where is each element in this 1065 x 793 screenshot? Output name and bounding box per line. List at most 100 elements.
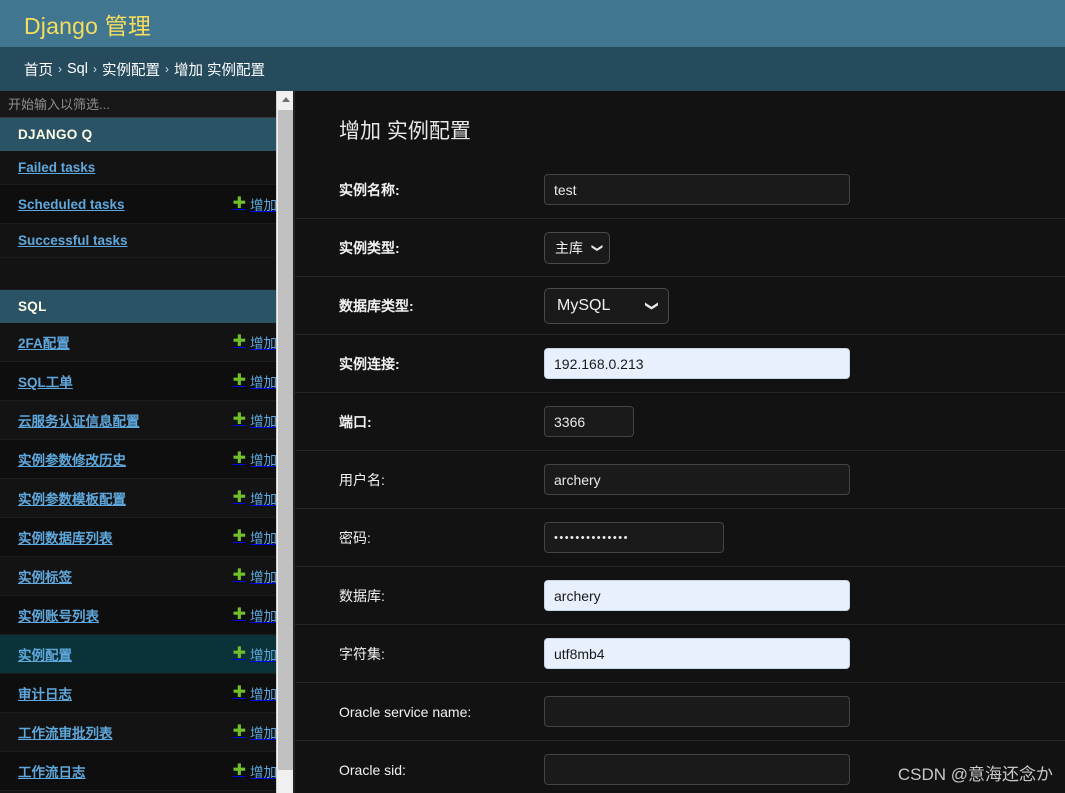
breadcrumb-separator: › <box>92 62 97 76</box>
add-link-Scheduled tasks[interactable]: ✚ 增加 <box>233 194 277 214</box>
input-Oracle sid[interactable] <box>544 754 850 785</box>
sidebar-item-SQL工单[interactable]: SQL工单 ✚ 增加 <box>0 362 293 401</box>
add-link-实例配置[interactable]: ✚ 增加 <box>233 644 277 664</box>
select-数据库类型[interactable]: MySQLMsSQLRedisPgSQLOracleMongoDBPhoenix… <box>544 287 669 324</box>
sidebar-item-实例配置[interactable]: 实例配置 ✚ 增加 <box>0 635 293 674</box>
sidebar-item-实例标签[interactable]: 实例标签 ✚ 增加 <box>0 557 293 596</box>
plus-icon: ✚ <box>232 606 246 623</box>
add-link-2FA配置[interactable]: ✚ 增加 <box>233 332 277 352</box>
site-brand-title[interactable]: Django 管理 <box>24 7 151 41</box>
sidebar-item-label[interactable]: 实例配置 <box>18 644 72 664</box>
add-link-label: 增加 <box>250 531 277 546</box>
scrollbar-thumb[interactable] <box>278 110 293 770</box>
input-实例名称[interactable] <box>544 174 850 205</box>
breadcrumb-item-0[interactable]: 首页 <box>24 59 53 80</box>
sidebar-item-label[interactable]: SQL工单 <box>18 371 73 391</box>
sidebar-item-label[interactable]: Scheduled tasks <box>18 197 125 212</box>
add-link-审计日志[interactable]: ✚ 增加 <box>233 683 277 703</box>
sidebar-scrollbar[interactable] <box>276 91 293 793</box>
breadcrumb-item-2[interactable]: 实例配置 <box>102 59 160 80</box>
field-control-wrap <box>544 638 1065 669</box>
field-label-Oracle service name: Oracle service name: <box>339 703 472 720</box>
sidebar-item-实例数据库列表[interactable]: 实例数据库列表 ✚ 增加 <box>0 518 293 557</box>
add-link-label: 增加 <box>250 492 277 507</box>
field-label-数据库: 数据库: <box>339 587 385 604</box>
nav-filter-input[interactable] <box>0 91 293 118</box>
breadcrumb-item-3: 增加 实例配置 <box>173 62 265 79</box>
sidebar-item-label[interactable]: 云服务认证信息配置 <box>18 410 140 430</box>
sidebar-item-label[interactable]: 实例标签 <box>18 566 72 586</box>
sidebar-item-实例参数修改历史[interactable]: 实例参数修改历史 ✚ 增加 <box>0 440 293 479</box>
sidebar-item-Successful tasks[interactable]: Successful tasks <box>0 224 293 258</box>
field-label-端口: 端口: <box>339 413 372 430</box>
select-实例类型[interactable]: 主库从库 <box>544 231 610 264</box>
nav-section-spacer <box>0 258 293 290</box>
sidebar-item-label[interactable]: 实例参数模板配置 <box>18 488 126 508</box>
sidebar-item-Failed tasks[interactable]: Failed tasks <box>0 151 293 185</box>
input-数据库[interactable] <box>544 580 850 611</box>
sidebar-item-Scheduled tasks[interactable]: Scheduled tasks ✚ 增加 <box>0 185 293 224</box>
sidebar-item-工作流审批列表[interactable]: 工作流审批列表 ✚ 增加 <box>0 713 293 752</box>
plus-icon: ✚ <box>232 489 246 506</box>
add-link-label: 增加 <box>250 570 277 585</box>
sidebar-item-label[interactable]: 2FA配置 <box>18 332 70 352</box>
add-link-云服务认证信息配置[interactable]: ✚ 增加 <box>233 410 277 430</box>
plus-icon: ✚ <box>232 372 246 389</box>
add-link-工作流日志[interactable]: ✚ 增加 <box>233 761 277 781</box>
plus-icon: ✚ <box>232 723 246 740</box>
sidebar-item-label[interactable]: 实例参数修改历史 <box>18 449 126 469</box>
field-label-字符集: 字符集: <box>339 645 385 662</box>
scroll-up-arrow-icon[interactable] <box>277 91 293 108</box>
sidebar-item-实例账号列表[interactable]: 实例账号列表 ✚ 增加 <box>0 596 293 635</box>
breadcrumb-separator: › <box>164 62 169 76</box>
field-control-wrap <box>544 174 1065 205</box>
sidebar-item-label[interactable]: 工作流日志 <box>18 761 86 781</box>
plus-icon: ✚ <box>232 195 246 212</box>
sidebar-item-label[interactable]: 实例数据库列表 <box>18 527 113 547</box>
field-control-wrap <box>544 754 1065 785</box>
add-link-label: 增加 <box>250 687 277 702</box>
input-用户名[interactable] <box>544 464 850 495</box>
add-link-实例标签[interactable]: ✚ 增加 <box>233 566 277 586</box>
sidebar-item-label[interactable]: 审计日志 <box>18 683 72 703</box>
plus-icon: ✚ <box>232 333 246 350</box>
input-字符集[interactable] <box>544 638 850 669</box>
sidebar-item-2FA配置[interactable]: 2FA配置 ✚ 增加 <box>0 323 293 362</box>
sidebar-item-label[interactable]: 工作流审批列表 <box>18 722 113 742</box>
sidebar-item-label[interactable]: 实例账号列表 <box>18 605 99 625</box>
input-Oracle service name[interactable] <box>544 696 850 727</box>
sidebar-item-云服务认证信息配置[interactable]: 云服务认证信息配置 ✚ 增加 <box>0 401 293 440</box>
add-link-实例数据库列表[interactable]: ✚ 增加 <box>233 527 277 547</box>
add-link-实例参数修改历史[interactable]: ✚ 增加 <box>233 449 277 469</box>
add-link-label: 增加 <box>250 765 277 780</box>
select-wrap: MySQLMsSQLRedisPgSQLOracleMongoDBPhoenix… <box>544 287 669 324</box>
field-label-数据库类型: 数据库类型: <box>339 297 414 314</box>
input-实例连接[interactable] <box>544 348 850 379</box>
form-row-10: Oracle sid: <box>295 741 1065 793</box>
add-link-工作流审批列表[interactable]: ✚ 增加 <box>233 722 277 742</box>
sidebar-item-label[interactable]: Failed tasks <box>18 160 95 175</box>
sidebar-item-实例参数模板配置[interactable]: 实例参数模板配置 ✚ 增加 <box>0 479 293 518</box>
add-link-label: 增加 <box>250 453 277 468</box>
add-link-SQL工单[interactable]: ✚ 增加 <box>233 371 277 391</box>
input-端口[interactable] <box>544 406 634 437</box>
field-label-实例连接: 实例连接: <box>339 355 400 372</box>
sidebar-item-工作流日志[interactable]: 工作流日志 ✚ 增加 <box>0 752 293 791</box>
page-body: DJANGO Q Failed tasks Scheduled tasks ✚ 增加 Su… <box>0 91 1065 793</box>
sidebar-item-label[interactable]: Successful tasks <box>18 233 128 248</box>
breadcrumb-item-1[interactable]: Sql <box>67 61 88 77</box>
field-label-Oracle sid: Oracle sid: <box>339 761 406 778</box>
plus-icon: ✚ <box>232 528 246 545</box>
field-control-wrap <box>544 696 1065 727</box>
plus-icon: ✚ <box>232 684 246 701</box>
add-link-实例参数模板配置[interactable]: ✚ 增加 <box>233 488 277 508</box>
field-control-wrap <box>544 348 1065 379</box>
field-control-wrap <box>544 464 1065 495</box>
input-密码[interactable] <box>544 522 724 553</box>
nav-sections: DJANGO Q Failed tasks Scheduled tasks ✚ 增加 Su… <box>0 118 293 791</box>
field-label-密码: 密码: <box>339 529 371 546</box>
add-link-实例账号列表[interactable]: ✚ 增加 <box>233 605 277 625</box>
sidebar-item-审计日志[interactable]: 审计日志 ✚ 增加 <box>0 674 293 713</box>
plus-icon: ✚ <box>232 411 246 428</box>
plus-icon: ✚ <box>232 450 246 467</box>
